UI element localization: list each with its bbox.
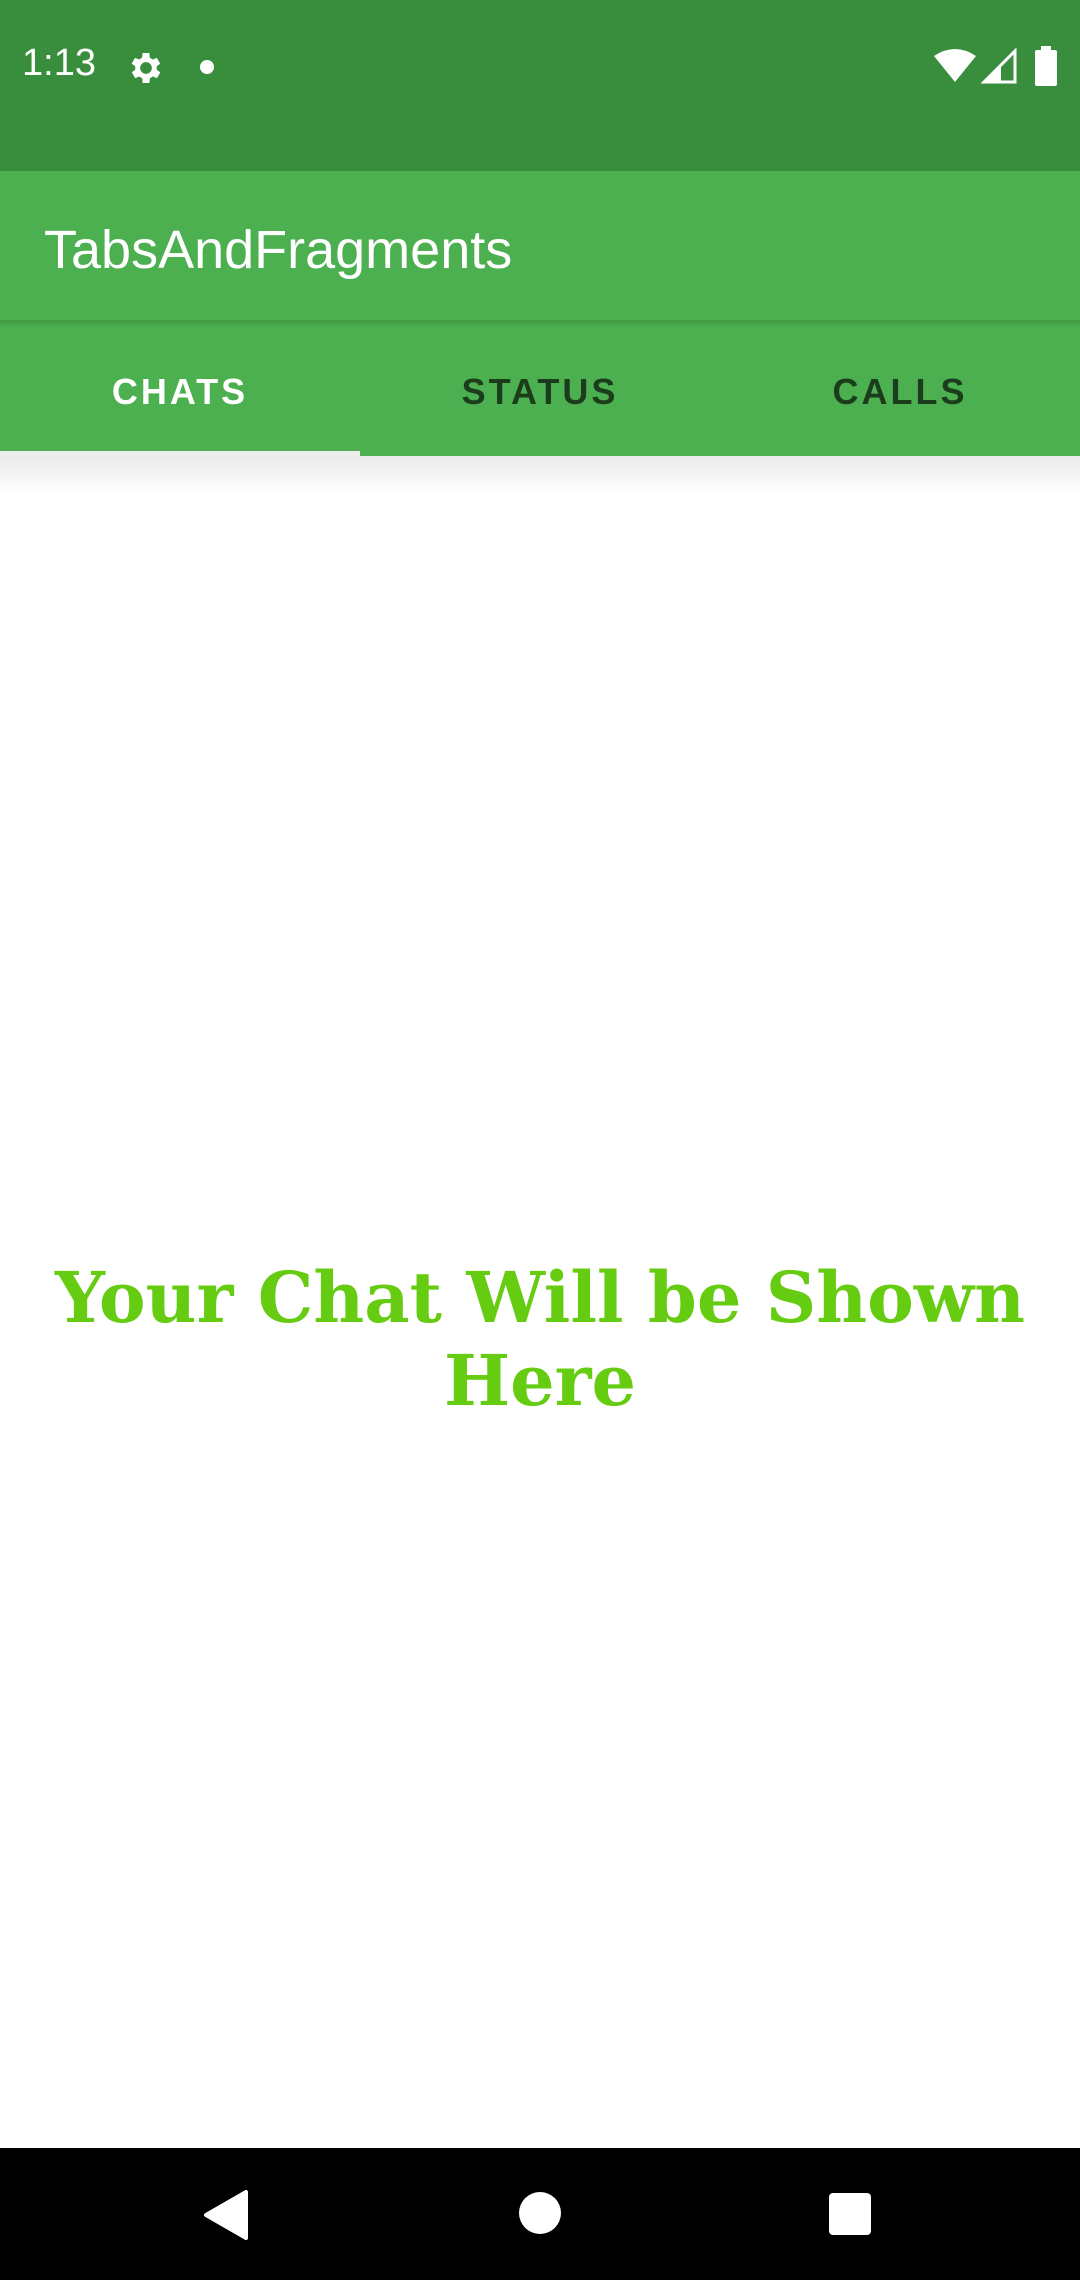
gear-icon [131, 53, 161, 83]
tab-chats-label: CHATS [111, 371, 249, 412]
battery-icon [1035, 46, 1057, 86]
tab-status-label: STATUS [461, 371, 619, 412]
notification-dot-icon [200, 60, 214, 74]
chat-placeholder-text: Your Chat Will be Shown Here [54, 1256, 1026, 1422]
status-time: 1:13 [22, 42, 96, 84]
wifi-icon [934, 49, 976, 82]
tab-bar-shadow [0, 456, 1080, 496]
tab-bar: CHATS STATUS CALLS [0, 328, 1080, 456]
chats-fragment: Your Chat Will be Shown Here [0, 456, 1080, 2148]
back-icon[interactable] [202, 2190, 248, 2240]
screen: 1:13 TabsAndFragments CHATS STATUS CALLS [0, 0, 1080, 2280]
tab-chats[interactable]: CHATS [0, 328, 360, 456]
app-bar-divider [0, 320, 1080, 328]
signal-icon [981, 48, 1017, 84]
tab-status[interactable]: STATUS [360, 328, 720, 456]
tab-calls-label: CALLS [832, 371, 968, 412]
status-bar: 1:13 [0, 0, 1080, 171]
app-bar: TabsAndFragments [0, 171, 1080, 324]
app-title: TabsAndFragments [44, 220, 513, 280]
tab-calls[interactable]: CALLS [720, 328, 1080, 456]
navigation-bar [0, 2148, 1080, 2280]
recents-icon[interactable] [829, 2193, 871, 2235]
home-icon[interactable] [519, 2192, 561, 2234]
